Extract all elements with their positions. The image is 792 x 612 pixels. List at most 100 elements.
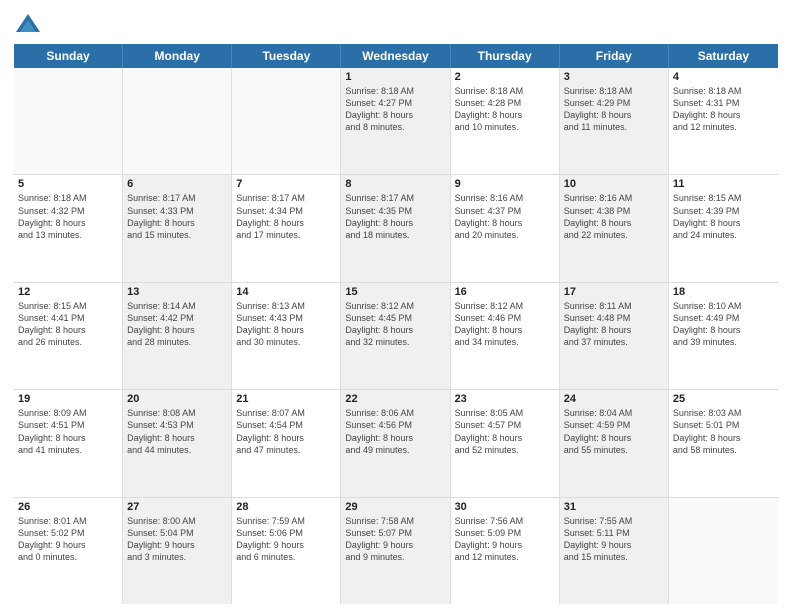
day-number: 26 xyxy=(18,501,118,513)
day-info: Sunrise: 8:14 AM Sunset: 4:42 PM Dayligh… xyxy=(127,300,227,349)
day-number: 23 xyxy=(455,393,555,405)
day-number: 17 xyxy=(564,286,664,298)
day-info: Sunrise: 8:18 AM Sunset: 4:32 PM Dayligh… xyxy=(18,192,118,241)
day-19: 19Sunrise: 8:09 AM Sunset: 4:51 PM Dayli… xyxy=(14,390,123,496)
day-22: 22 Sunrise: 8:06 AM Sunset: 4:56 PM Dayli… xyxy=(341,390,450,496)
day-info: Sunrise: 8:17 AM Sunset: 4:35 PM Dayligh… xyxy=(345,192,445,241)
day-25: 25 Sunrise: 8:03 AM Sunset: 5:01 PM Dayli… xyxy=(669,390,778,496)
day-16: 16 Sunrise: 8:12 AM Sunset: 4:46 PM Dayli… xyxy=(451,283,560,389)
calendar: SundayMondayTuesdayWednesdayThursdayFrid… xyxy=(14,44,778,604)
day-info: Sunrise: 8:18 AM Sunset: 4:27 PM Dayligh… xyxy=(345,85,445,134)
day-14: 14Sunrise: 8:13 AM Sunset: 4:43 PM Dayli… xyxy=(232,283,341,389)
calendar-body: 1 Sunrise: 8:18 AM Sunset: 4:27 PM Daylig… xyxy=(14,68,778,604)
day-info: Sunrise: 8:01 AM Sunset: 5:02 PM Dayligh… xyxy=(18,515,118,564)
day-20: 20Sunrise: 8:08 AM Sunset: 4:53 PM Dayli… xyxy=(123,390,232,496)
day-number: 31 xyxy=(564,501,664,513)
day-number: 1 xyxy=(345,71,445,83)
day-info: Sunrise: 7:58 AM Sunset: 5:07 PM Dayligh… xyxy=(345,515,445,564)
day-number: 7 xyxy=(236,178,336,190)
day-info: Sunrise: 8:15 AM Sunset: 4:39 PM Dayligh… xyxy=(673,192,774,241)
calendar-row-0: 1 Sunrise: 8:18 AM Sunset: 4:27 PM Daylig… xyxy=(14,68,778,175)
day-number: 24 xyxy=(564,393,664,405)
day-28: 28 Sunrise: 7:59 AM Sunset: 5:06 PM Dayli… xyxy=(232,498,341,604)
day-number: 13 xyxy=(127,286,227,298)
day-number: 8 xyxy=(345,178,445,190)
day-number: 9 xyxy=(455,178,555,190)
page: SundayMondayTuesdayWednesdayThursdayFrid… xyxy=(0,0,792,612)
day-info: Sunrise: 8:12 AM Sunset: 4:46 PM Dayligh… xyxy=(455,300,555,349)
day-info: Sunrise: 8:04 AM Sunset: 4:59 PM Dayligh… xyxy=(564,407,664,456)
day-4: 4 Sunrise: 8:18 AM Sunset: 4:31 PM Daylig… xyxy=(669,68,778,174)
day-number: 16 xyxy=(455,286,555,298)
day-9: 9 Sunrise: 8:16 AM Sunset: 4:37 PM Daylig… xyxy=(451,175,560,281)
day-info: Sunrise: 8:11 AM Sunset: 4:48 PM Dayligh… xyxy=(564,300,664,349)
weekday-tuesday: Tuesday xyxy=(232,44,341,68)
day-info: Sunrise: 8:00 AM Sunset: 5:04 PM Dayligh… xyxy=(127,515,227,564)
day-26: 26 Sunrise: 8:01 AM Sunset: 5:02 PM Dayli… xyxy=(14,498,123,604)
day-info: Sunrise: 7:56 AM Sunset: 5:09 PM Dayligh… xyxy=(455,515,555,564)
day-info: Sunrise: 8:16 AM Sunset: 4:37 PM Dayligh… xyxy=(455,192,555,241)
day-15: 15Sunrise: 8:12 AM Sunset: 4:45 PM Dayli… xyxy=(341,283,450,389)
weekday-thursday: Thursday xyxy=(451,44,560,68)
day-number: 15 xyxy=(345,286,445,298)
day-5: 5 Sunrise: 8:18 AM Sunset: 4:32 PM Daylig… xyxy=(14,175,123,281)
day-number: 21 xyxy=(236,393,336,405)
day-number: 29 xyxy=(345,501,445,513)
day-12: 12Sunrise: 8:15 AM Sunset: 4:41 PM Dayli… xyxy=(14,283,123,389)
day-number: 30 xyxy=(455,501,555,513)
day-info: Sunrise: 8:17 AM Sunset: 4:34 PM Dayligh… xyxy=(236,192,336,241)
empty-cell xyxy=(232,68,341,174)
day-8: 8 Sunrise: 8:17 AM Sunset: 4:35 PM Daylig… xyxy=(341,175,450,281)
day-13: 13 Sunrise: 8:14 AM Sunset: 4:42 PM Dayli… xyxy=(123,283,232,389)
day-number: 5 xyxy=(18,178,118,190)
day-number: 22 xyxy=(345,393,445,405)
empty-cell xyxy=(14,68,123,174)
day-11: 11 Sunrise: 8:15 AM Sunset: 4:39 PM Dayli… xyxy=(669,175,778,281)
day-info: Sunrise: 8:07 AM Sunset: 4:54 PM Dayligh… xyxy=(236,407,336,456)
day-number: 12 xyxy=(18,286,118,298)
logo xyxy=(14,10,46,38)
day-23: 23 Sunrise: 8:05 AM Sunset: 4:57 PM Dayli… xyxy=(451,390,560,496)
day-info: Sunrise: 8:16 AM Sunset: 4:38 PM Dayligh… xyxy=(564,192,664,241)
day-number: 2 xyxy=(455,71,555,83)
day-number: 6 xyxy=(127,178,227,190)
day-info: Sunrise: 8:17 AM Sunset: 4:33 PM Dayligh… xyxy=(127,192,227,241)
day-info: Sunrise: 8:18 AM Sunset: 4:29 PM Dayligh… xyxy=(564,85,664,134)
day-number: 11 xyxy=(673,178,774,190)
day-info: Sunrise: 8:18 AM Sunset: 4:28 PM Dayligh… xyxy=(455,85,555,134)
day-6: 6 Sunrise: 8:17 AM Sunset: 4:33 PM Daylig… xyxy=(123,175,232,281)
empty-cell xyxy=(123,68,232,174)
calendar-row-2: 12Sunrise: 8:15 AM Sunset: 4:41 PM Dayli… xyxy=(14,283,778,390)
day-18: 18 Sunrise: 8:10 AM Sunset: 4:49 PM Dayli… xyxy=(669,283,778,389)
day-info: Sunrise: 8:10 AM Sunset: 4:49 PM Dayligh… xyxy=(673,300,774,349)
day-number: 3 xyxy=(564,71,664,83)
day-17: 17 Sunrise: 8:11 AM Sunset: 4:48 PM Dayli… xyxy=(560,283,669,389)
weekday-saturday: Saturday xyxy=(669,44,778,68)
day-number: 4 xyxy=(673,71,774,83)
day-info: Sunrise: 8:09 AM Sunset: 4:51 PM Dayligh… xyxy=(18,407,118,456)
day-info: Sunrise: 7:59 AM Sunset: 5:06 PM Dayligh… xyxy=(236,515,336,564)
weekday-sunday: Sunday xyxy=(14,44,123,68)
day-31: 31Sunrise: 7:55 AM Sunset: 5:11 PM Dayli… xyxy=(560,498,669,604)
day-number: 25 xyxy=(673,393,774,405)
day-21: 21 Sunrise: 8:07 AM Sunset: 4:54 PM Dayli… xyxy=(232,390,341,496)
day-29: 29 Sunrise: 7:58 AM Sunset: 5:07 PM Dayli… xyxy=(341,498,450,604)
day-number: 14 xyxy=(236,286,336,298)
weekday-wednesday: Wednesday xyxy=(341,44,450,68)
empty-cell xyxy=(669,498,778,604)
weekday-friday: Friday xyxy=(560,44,669,68)
day-info: Sunrise: 8:08 AM Sunset: 4:53 PM Dayligh… xyxy=(127,407,227,456)
day-number: 28 xyxy=(236,501,336,513)
day-2: 2 Sunrise: 8:18 AM Sunset: 4:28 PM Daylig… xyxy=(451,68,560,174)
day-info: Sunrise: 8:18 AM Sunset: 4:31 PM Dayligh… xyxy=(673,85,774,134)
day-info: Sunrise: 8:05 AM Sunset: 4:57 PM Dayligh… xyxy=(455,407,555,456)
day-info: Sunrise: 8:03 AM Sunset: 5:01 PM Dayligh… xyxy=(673,407,774,456)
day-1: 1 Sunrise: 8:18 AM Sunset: 4:27 PM Daylig… xyxy=(341,68,450,174)
header xyxy=(14,10,778,38)
day-number: 18 xyxy=(673,286,774,298)
day-27: 27Sunrise: 8:00 AM Sunset: 5:04 PM Dayli… xyxy=(123,498,232,604)
calendar-header: SundayMondayTuesdayWednesdayThursdayFrid… xyxy=(14,44,778,68)
calendar-row-1: 5 Sunrise: 8:18 AM Sunset: 4:32 PM Daylig… xyxy=(14,175,778,282)
day-info: Sunrise: 8:06 AM Sunset: 4:56 PM Dayligh… xyxy=(345,407,445,456)
day-3: 3 Sunrise: 8:18 AM Sunset: 4:29 PM Daylig… xyxy=(560,68,669,174)
